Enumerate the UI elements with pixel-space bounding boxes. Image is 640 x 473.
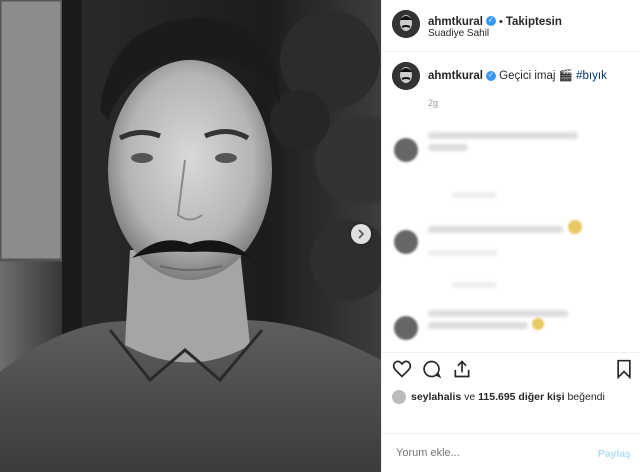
like-button[interactable] bbox=[392, 359, 412, 384]
author-username[interactable]: ahmtkural bbox=[428, 16, 483, 28]
caption-time: 2g bbox=[428, 98, 439, 108]
likes-suffix: beğendi bbox=[564, 391, 605, 403]
post-actions: seylahalis ve 115.695 diğer kişi beğendi… bbox=[382, 352, 640, 472]
comment-meta bbox=[428, 250, 498, 256]
likes-count[interactable]: 115.695 diğer kişi bbox=[478, 391, 564, 403]
instagram-post: ahmtkural ✓ • Takiptesin Suadiye Sahil ahmt… bbox=[0, 0, 640, 472]
post-sidebar: ahmtkural ✓ • Takiptesin Suadiye Sahil ahmt… bbox=[381, 0, 640, 472]
verified-icon: ✓ bbox=[485, 15, 496, 26]
next-photo-button[interactable] bbox=[351, 224, 371, 244]
comment-text bbox=[428, 322, 528, 329]
separator-dot: • bbox=[498, 16, 503, 28]
caption-username[interactable]: ahmtkural bbox=[428, 70, 483, 82]
post-header: ahmtkural ✓ • Takiptesin Suadiye Sahil bbox=[382, 0, 640, 52]
add-comment-bar: Paylaş bbox=[382, 433, 640, 473]
next-arrow-icon bbox=[358, 229, 365, 239]
post-photo[interactable] bbox=[0, 0, 381, 472]
emoji-icon bbox=[568, 220, 582, 234]
caption-hashtag[interactable]: #bıyık bbox=[576, 70, 607, 82]
avatar[interactable] bbox=[392, 10, 420, 38]
comment-avatar[interactable] bbox=[394, 230, 418, 254]
comment-avatar[interactable] bbox=[394, 138, 418, 162]
likes-summary: seylahalis ve 115.695 diğer kişi beğendi bbox=[392, 390, 605, 404]
heart-icon bbox=[392, 360, 412, 378]
post-location[interactable]: Suadiye Sahil bbox=[428, 28, 489, 39]
caption-avatar[interactable] bbox=[392, 62, 420, 90]
comment-input[interactable] bbox=[394, 446, 578, 460]
clapper-emoji: 🎬 bbox=[558, 70, 573, 82]
liker-avatar[interactable] bbox=[392, 390, 406, 404]
comment-text bbox=[428, 310, 568, 317]
likes-connector: ve bbox=[461, 391, 479, 403]
view-replies-link[interactable] bbox=[452, 192, 497, 198]
caption-text: Geçici imaj bbox=[499, 70, 556, 82]
emoji-icon bbox=[532, 318, 544, 330]
comment-icon bbox=[423, 360, 442, 379]
bookmark-button[interactable] bbox=[615, 359, 633, 384]
comment-avatar[interactable] bbox=[394, 316, 418, 340]
share-button[interactable] bbox=[452, 359, 472, 384]
bookmark-icon bbox=[617, 359, 631, 380]
liker-username[interactable]: seylahalis bbox=[411, 391, 461, 403]
comment-text bbox=[428, 132, 578, 139]
verified-icon: ✓ bbox=[485, 70, 496, 81]
portrait-image bbox=[0, 0, 381, 472]
share-icon bbox=[454, 360, 470, 378]
post-comment-button[interactable]: Paylaş bbox=[598, 448, 631, 460]
follow-status-button[interactable]: Takiptesin bbox=[506, 16, 562, 28]
comment-text bbox=[428, 144, 468, 151]
comment-text bbox=[428, 226, 563, 233]
comment-button[interactable] bbox=[422, 359, 442, 384]
view-replies-link[interactable] bbox=[452, 282, 497, 288]
